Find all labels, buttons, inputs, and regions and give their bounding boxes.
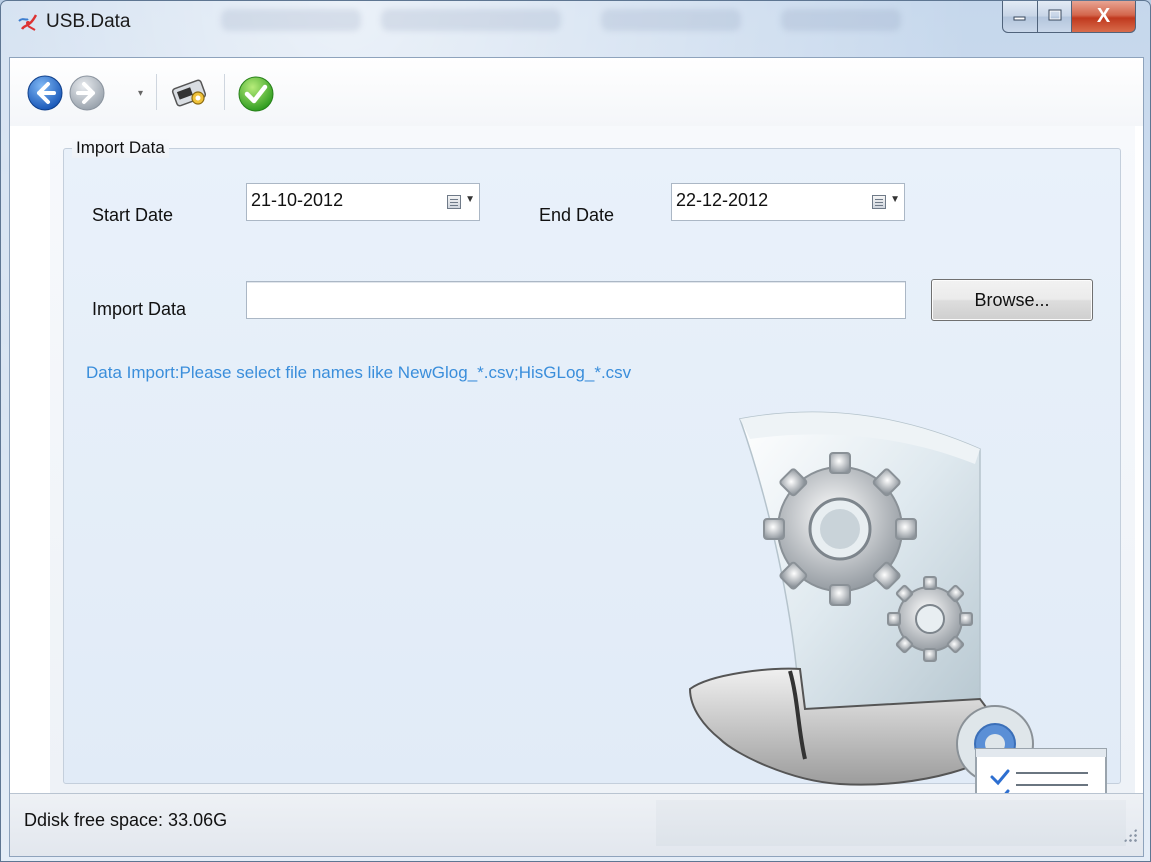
chevron-down-icon[interactable]: ▼ — [890, 194, 900, 205]
maximize-icon — [1048, 8, 1062, 26]
chevron-down-icon[interactable]: ▼ — [465, 194, 475, 205]
import-illustration — [680, 409, 1110, 840]
caption-buttons: X — [1002, 1, 1136, 35]
minimize-button[interactable] — [1002, 1, 1038, 33]
background-blur — [221, 9, 361, 31]
start-date-picker[interactable]: 21-10-2012 ▼ — [246, 183, 480, 221]
window-title: USB.Data — [46, 11, 131, 32]
toolbar-separator — [156, 74, 157, 110]
background-blur — [781, 9, 901, 31]
background-blur — [601, 9, 741, 31]
background-blur — [381, 9, 561, 31]
maximize-button[interactable] — [1038, 1, 1072, 33]
client-area: ▾ Start Date 21-10-2012 ▼ End Date 22-12… — [9, 57, 1144, 857]
close-button[interactable]: X — [1072, 1, 1136, 33]
start-date-label: Start Date — [92, 205, 174, 225]
import-hint-text: Data Import:Please select file names lik… — [86, 363, 632, 382]
import-data-label: Import Data — [92, 299, 187, 319]
status-bar: Ddisk free space: 33.06G — [10, 793, 1143, 856]
end-date-label: End Date — [539, 205, 615, 225]
forward-icon[interactable] — [68, 74, 106, 117]
close-icon: X — [1096, 5, 1111, 27]
calendar-icon[interactable] — [872, 195, 886, 209]
title-bar[interactable]: USB.Data X — [1, 1, 1150, 57]
import-file-input[interactable] — [246, 281, 906, 319]
history-dropdown-icon[interactable]: ▾ — [138, 88, 143, 99]
app-logo-icon — [16, 11, 40, 35]
minimize-icon — [1013, 8, 1027, 26]
toolbar: ▾ — [10, 58, 1143, 126]
status-panel — [656, 800, 1126, 846]
end-date-value: 22-12-2012 — [676, 190, 769, 210]
usb-device-icon[interactable] — [168, 74, 212, 117]
start-date-value: 21-10-2012 — [251, 190, 344, 210]
end-date-picker[interactable]: 22-12-2012 ▼ — [671, 183, 905, 221]
back-icon[interactable] — [26, 74, 64, 117]
groupbox-title: Import Data — [72, 138, 169, 158]
content-panel: Start Date 21-10-2012 ▼ End Date 22-12-2… — [50, 126, 1135, 840]
import-data-groupbox: Start Date 21-10-2012 ▼ End Date 22-12-2… — [63, 148, 1121, 840]
app-window: USB.Data X ▾ Start Date 21-10-2012 ▼ End… — [0, 0, 1151, 862]
toolbar-separator — [224, 74, 225, 110]
calendar-icon[interactable] — [447, 195, 461, 209]
confirm-check-icon[interactable] — [236, 74, 276, 119]
disk-free-space: Ddisk free space: 33.06G — [24, 810, 228, 830]
browse-button[interactable]: Browse... — [931, 279, 1093, 321]
